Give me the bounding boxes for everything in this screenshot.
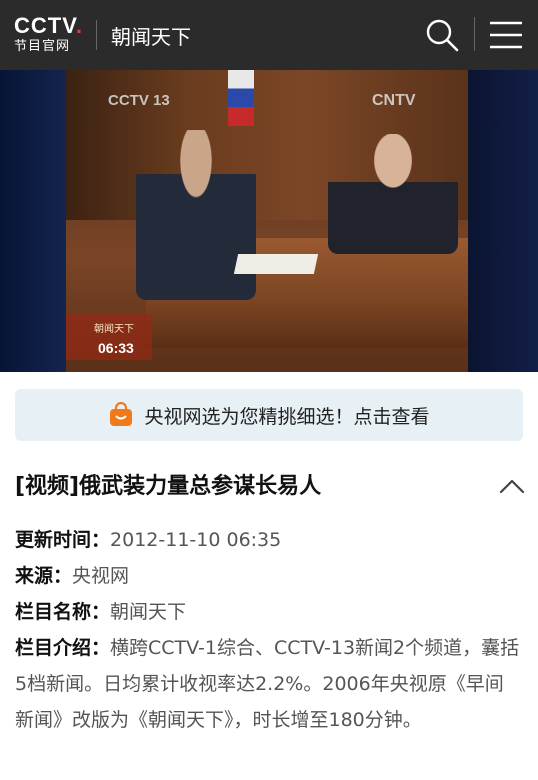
video-scene-papers [233,254,319,274]
update-time-value: 2012-11-10 06:35 [110,529,282,551]
column-name-row: 栏目名称：朝闻天下 [15,594,520,630]
column-name-label: 栏目名称： [15,601,111,623]
shopping-bag-icon [110,402,133,426]
source-row: 来源：央视网 [15,558,520,594]
top-bar: CCTV. 节目官网 朝闻天下 [0,0,538,70]
update-time-row: 更新时间：2012-11-10 06:35 [15,522,520,558]
video-frame: CCTV 13 CNTV 朝闻天下 06:33 [66,70,468,372]
video-watermark-cctv13: CCTV 13 [108,92,170,109]
program-name: 朝闻天下 [111,24,191,49]
chevron-up-icon[interactable] [499,476,525,498]
column-name-value: 朝闻天下 [110,601,187,623]
search-icon[interactable] [424,17,460,53]
logo-brand: CCTV. [14,13,83,38]
promo-banner[interactable]: 央视网选为您精挑细选！点击查看 [15,389,523,441]
column-intro-label: 栏目介绍： [15,637,111,659]
toolbar-divider [474,17,475,51]
article-info: 更新时间：2012-11-10 06:35 来源：央视网 栏目名称：朝闻天下 栏… [15,522,520,738]
video-watermark-cntv: CNTV [372,92,416,109]
header-divider [96,20,97,50]
video-scene-person-right [328,134,458,254]
source-value: 央视网 [72,565,130,587]
promo-banner-text: 央视网选为您精挑细选！点击查看 [144,405,430,428]
source-label: 来源： [15,565,73,587]
video-player[interactable]: CCTV 13 CNTV 朝闻天下 06:33 [0,70,538,372]
flag-image [228,70,254,126]
cctv-logo[interactable]: CCTV. 节目官网 [14,15,82,55]
video-scene-person-left [136,130,256,300]
logo-subtitle: 节目官网 [14,39,71,54]
menu-icon[interactable] [488,17,524,53]
article-title: [视频]俄武装力量总参谋长易人 [15,474,322,499]
update-time-label: 更新时间： [15,529,111,551]
lower-third-title: 朝闻天下 [94,324,134,335]
lower-third-time: 06:33 [98,340,134,356]
column-intro-row: 栏目介绍：横跨CCTV-1综合、CCTV-13新闻2个频道，囊括5档新闻。日均累… [15,630,520,738]
article-title-row: [视频]俄武装力量总参谋长易人 [15,470,525,504]
